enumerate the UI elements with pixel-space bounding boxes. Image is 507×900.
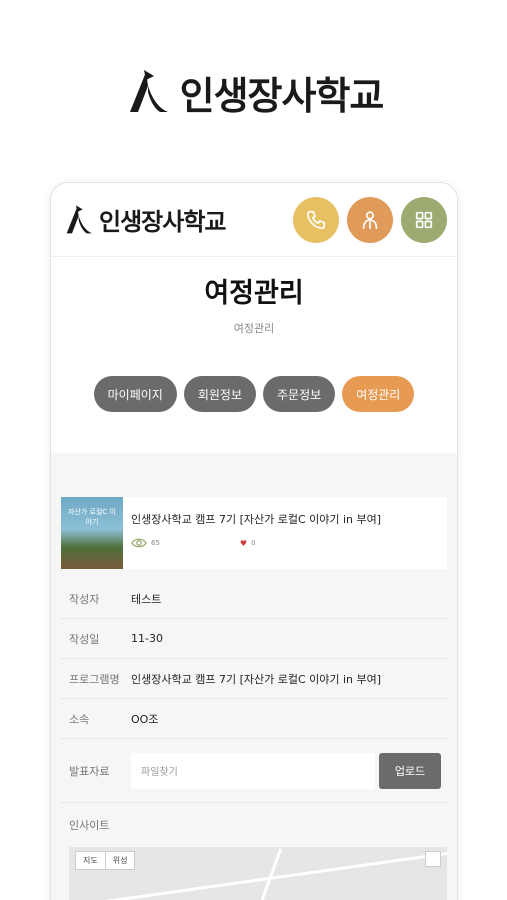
tab-order-info[interactable]: 주문정보 (263, 376, 336, 412)
file-input[interactable]: 파일찾기 (131, 752, 375, 789)
like-count: 0 (251, 539, 256, 547)
date-row: 작성일 11-30 (61, 619, 447, 659)
author-value: 테스트 (131, 592, 162, 606)
affiliation-value: OO조 (131, 712, 159, 726)
map-type-toggle: 지도 위성 (75, 851, 136, 870)
breadcrumb: 여정관리 (233, 322, 275, 335)
app-header: 인생장사학교 (51, 183, 457, 257)
header-buttons (293, 196, 447, 243)
affiliation-row: 소속 OO조 (61, 699, 447, 739)
phone-button[interactable] (293, 196, 339, 243)
post-card[interactable]: 자산가 로컬C 이야기 인생장사학교 캠프 7기 [자산가 로컬C 이야기 in… (61, 497, 447, 569)
content-area: 자산가 로컬C 이야기 인생장사학교 캠프 7기 [자산가 로컬C 이야기 in… (51, 453, 457, 900)
post-info: 인생장사학교 캠프 7기 [자산가 로컬C 이야기 in 부여] 65 ♥ 0 (123, 497, 447, 569)
map-tab-map[interactable]: 지도 (76, 852, 105, 869)
view-count: 65 (151, 539, 160, 547)
grid-icon (415, 211, 433, 228)
date-value: 11-30 (131, 632, 163, 645)
affiliation-label: 소속 (69, 712, 90, 726)
tab-member-info[interactable]: 회원정보 (183, 376, 257, 412)
profile-button[interactable] (347, 196, 393, 243)
brand-logo-icon (129, 70, 168, 112)
post-meta: 65 ♥ 0 (131, 537, 439, 549)
tab-journey-management[interactable]: 여정관리 (342, 376, 415, 412)
user-icon (362, 210, 378, 229)
page-title: 여정관리 (204, 278, 304, 309)
author-label: 작성자 (69, 592, 100, 606)
fullscreen-icon[interactable] (425, 851, 441, 867)
menu-button[interactable] (401, 196, 447, 243)
program-row: 프로그램명 인생장사학교 캠프 7기 [자산가 로컬C 이야기 in 부여] (61, 659, 447, 699)
map-view[interactable]: 지도 위성 (69, 847, 447, 900)
program-value: 인생장사학교 캠프 7기 [자산가 로컬C 이야기 in 부여] (131, 672, 382, 686)
date-label: 작성일 (69, 632, 100, 646)
file-row: 발표자료 파일찾기 업로드 (61, 739, 447, 803)
map-road (258, 848, 283, 900)
title-section: 여정관리 여정관리 마이페이지 회원정보 주문정보 여정관리 (51, 257, 457, 453)
brand-header: 인생장사학교 (0, 62, 507, 122)
thumbnail-text: 자산가 로컬C 이야기 (68, 508, 116, 526)
brand-name: 인생장사학교 (179, 73, 385, 118)
tab-bar: 마이페이지 회원정보 주문정보 여정관리 (51, 376, 457, 412)
journey-form: 작성자 테스트 작성일 11-30 프로그램명 인생장사학교 캠프 7기 [자산… (61, 579, 447, 900)
tab-mypage[interactable]: 마이페이지 (93, 376, 177, 412)
heart-icon: ♥ (239, 538, 248, 548)
app-screen: 인생장사학교 여정관리 여정관리 마이페이지 회원정보 주문정보 여정관리 자산… (50, 182, 458, 900)
post-thumbnail: 자산가 로컬C 이야기 (61, 497, 123, 569)
program-label: 프로그램명 (69, 672, 120, 686)
author-row: 작성자 테스트 (61, 579, 447, 619)
header-brand-name[interactable]: 인생장사학교 (99, 202, 226, 237)
eye-icon (131, 538, 147, 548)
upload-button[interactable]: 업로드 (379, 752, 441, 789)
file-label: 발표자료 (69, 764, 110, 778)
map-tab-satellite[interactable]: 위성 (104, 852, 135, 869)
insight-label: 인사이트 (69, 819, 110, 832)
phone-icon (306, 210, 326, 229)
post-title: 인생장사학교 캠프 7기 [자산가 로컬C 이야기 in 부여] (131, 513, 382, 526)
header-logo-icon[interactable] (61, 204, 95, 236)
